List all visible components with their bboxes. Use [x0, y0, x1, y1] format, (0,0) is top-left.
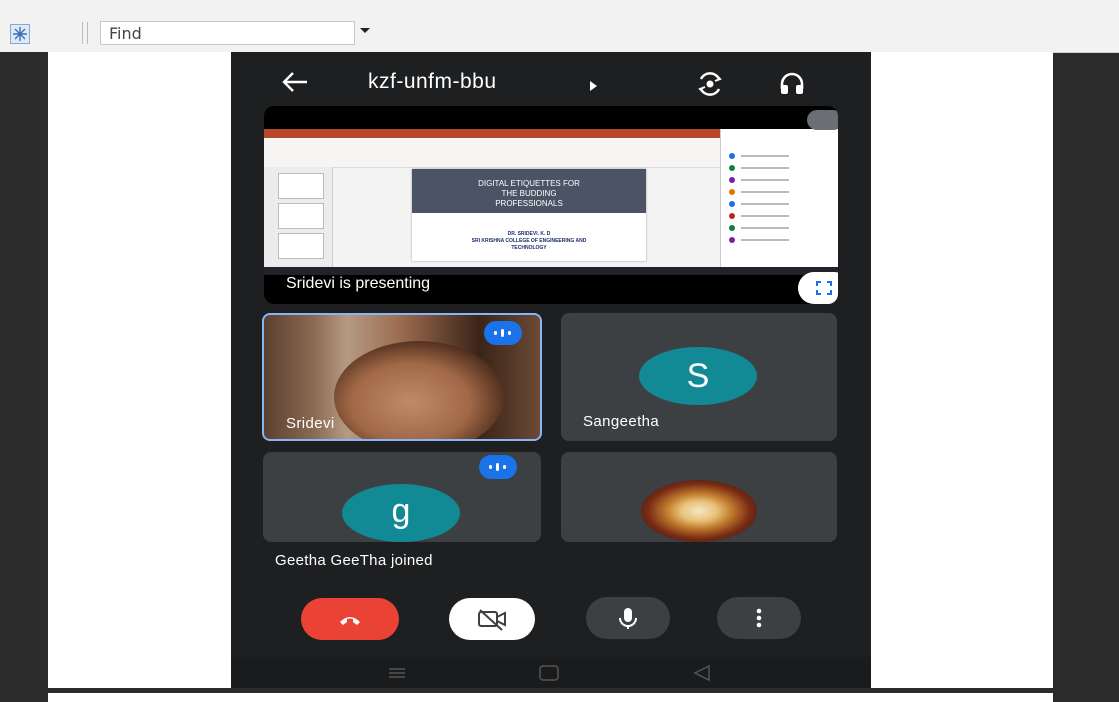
shared-participants-panel — [720, 129, 838, 267]
switch-camera-icon[interactable] — [696, 70, 724, 103]
join-notification: Geetha GeeTha joined — [275, 552, 433, 569]
shared-ribbon — [264, 129, 720, 168]
participant-tile-sridevi[interactable]: Sridevi — [262, 313, 542, 441]
participant-tile-sangeetha[interactable]: S Sangeetha — [561, 313, 837, 441]
slide-thumbnails — [264, 167, 333, 267]
participant-tile-image[interactable] — [561, 452, 837, 542]
participant-name: Sangeetha — [583, 413, 660, 430]
shared-taskbar — [264, 267, 838, 275]
hang-up-icon — [340, 617, 360, 625]
next-page-edge — [48, 693, 1053, 702]
speaking-indicator-icon — [479, 455, 517, 479]
find-input[interactable]: Find — [100, 21, 355, 45]
fullscreen-icon — [816, 281, 832, 295]
more-vert-icon — [756, 608, 762, 628]
meeting-details-caret-icon[interactable] — [590, 81, 597, 91]
snowflake-app-icon[interactable] — [10, 24, 30, 44]
slide-title: DIGITAL ETIQUETTES FOR THE BUDDING PROFE… — [412, 169, 646, 213]
home-icon[interactable] — [539, 665, 559, 681]
end-call-button[interactable] — [301, 598, 399, 640]
microphone-button[interactable] — [586, 597, 670, 639]
viewer-toolbar: Find — [0, 0, 1119, 53]
meeting-code[interactable]: kzf-unfm-bbu — [368, 70, 497, 94]
recents-icon[interactable] — [389, 668, 405, 678]
meet-screenshot: kzf-unfm-bbu DIGITAL ETIQUETTES FOR THE … — [231, 52, 871, 688]
left-margin — [0, 52, 48, 702]
toolbar-separator — [82, 22, 88, 44]
presentation-tile[interactable]: DIGITAL ETIQUETTES FOR THE BUDDING PROFE… — [264, 106, 838, 304]
find-dropdown-icon[interactable] — [360, 28, 370, 33]
presenting-label: Sridevi is presenting — [286, 275, 431, 292]
more-options-button[interactable] — [717, 597, 801, 639]
fullscreen-button[interactable] — [798, 272, 838, 304]
presentation-mute-icon — [807, 110, 838, 130]
participant-tile-geetha[interactable]: g — [263, 452, 541, 542]
participant-name: Sridevi — [286, 415, 335, 432]
shared-screen: DIGITAL ETIQUETTES FOR THE BUDDING PROFE… — [264, 129, 838, 275]
shared-slide: DIGITAL ETIQUETTES FOR THE BUDDING PROFE… — [412, 169, 646, 261]
camera-off-button[interactable] — [449, 598, 535, 640]
avatar: S — [639, 347, 757, 405]
android-nav-bar — [231, 657, 871, 688]
profile-picture — [641, 480, 757, 542]
slide-author: DR. SRIDEVI. K. D SRI KRISHNA COLLEGE OF… — [471, 231, 587, 251]
back-arrow-icon[interactable] — [281, 70, 309, 99]
headphones-icon[interactable] — [779, 71, 805, 102]
speaking-indicator-icon — [484, 321, 522, 345]
nav-back-icon[interactable] — [693, 664, 710, 682]
microphone-icon — [619, 608, 637, 629]
avatar: g — [342, 484, 460, 542]
video-off-icon — [478, 609, 506, 631]
